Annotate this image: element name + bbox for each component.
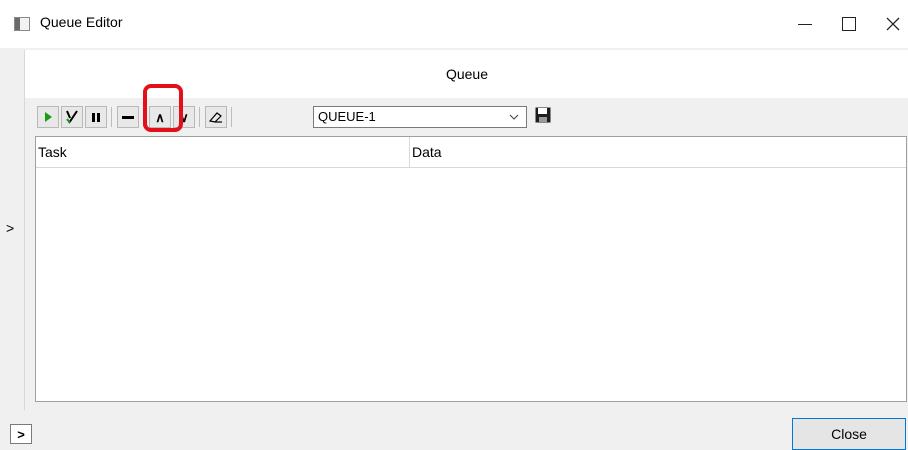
save-icon [535, 107, 551, 123]
close-window-button[interactable] [873, 6, 908, 42]
queue-title: Queue [445, 66, 489, 82]
column-header-data[interactable]: Data [410, 137, 906, 167]
clear-button[interactable] [205, 106, 227, 128]
task-table[interactable]: Task Data [35, 136, 907, 402]
remove-icon [122, 115, 134, 119]
app-icon [14, 17, 30, 31]
toolbar-separator [199, 107, 200, 127]
close-icon [886, 17, 900, 31]
pause-icon [92, 112, 100, 122]
close-button[interactable]: Close [792, 418, 906, 450]
expand-button[interactable]: > [10, 424, 32, 444]
chevron-down-icon [506, 109, 522, 125]
queue-select-value: QUEUE-1 [318, 109, 376, 124]
title-bar: Queue Editor [0, 0, 908, 48]
queue-panel: Queue ∧ ∨ QUEUE-1 Task Data [24, 50, 908, 410]
table-header: Task Data [36, 137, 906, 168]
dialog-body: > Queue ∧ ∨ QUEUE-1 Task Data > Close [0, 48, 908, 450]
queue-select[interactable]: QUEUE-1 [313, 106, 527, 128]
play-icon [44, 112, 52, 122]
toolbar-separator [111, 107, 112, 127]
minimize-button[interactable] [785, 6, 825, 42]
toolbar-separator [231, 107, 232, 127]
minimize-icon [798, 23, 812, 25]
remove-task-button[interactable] [117, 106, 139, 128]
save-queue-button[interactable] [534, 106, 556, 128]
pause-button[interactable] [85, 106, 107, 128]
check-run-button[interactable] [61, 106, 83, 128]
check-run-icon [66, 110, 78, 124]
eraser-icon [208, 112, 222, 123]
maximize-button[interactable] [829, 6, 869, 42]
window-title: Queue Editor [40, 14, 123, 30]
chevron-right-icon: > [17, 426, 25, 442]
remove-button-highlight [143, 84, 183, 132]
maximize-icon [842, 17, 856, 31]
side-panel-toggle[interactable]: > [6, 220, 14, 236]
play-button[interactable] [37, 106, 59, 128]
column-header-task[interactable]: Task [36, 137, 410, 167]
